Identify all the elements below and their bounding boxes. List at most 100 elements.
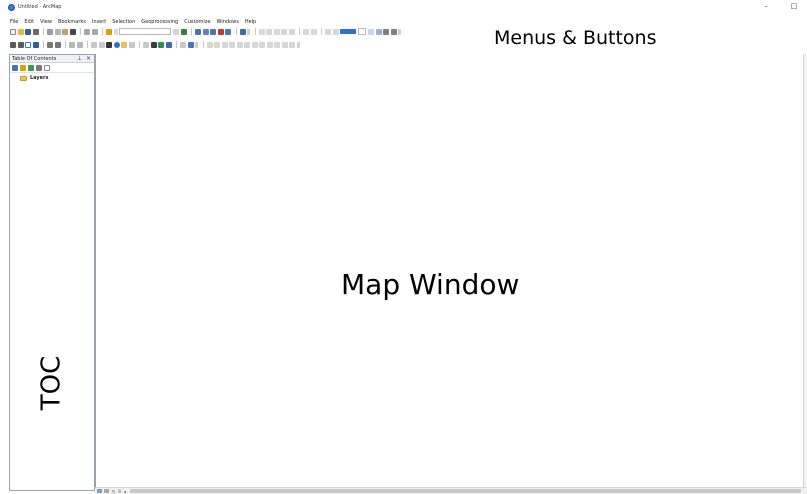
menu-help[interactable]: Help <box>245 19 256 25</box>
georeferencing-icon[interactable] <box>289 41 295 48</box>
refresh-view-icon[interactable] <box>383 28 389 35</box>
go-forward-extent-icon[interactable] <box>281 28 287 35</box>
scroll-left-icon[interactable]: ◂ <box>124 489 126 494</box>
cut-polygons-icon[interactable] <box>221 41 228 48</box>
menu-file[interactable]: File <box>10 19 18 25</box>
back-extent-icon[interactable] <box>69 41 75 48</box>
topology-icon[interactable] <box>281 41 288 48</box>
menu-customize[interactable]: Customize <box>184 19 210 25</box>
go-back-extent-icon[interactable] <box>273 28 280 35</box>
list-by-visibility-icon[interactable] <box>28 64 34 71</box>
zoom-in-fixed-icon[interactable] <box>258 28 265 35</box>
menu-geoprocessing[interactable]: Geoprocessing <box>141 19 178 25</box>
menu-view[interactable]: View <box>40 19 52 25</box>
time-slider-icon[interactable] <box>180 41 186 48</box>
reshape-icon[interactable] <box>214 41 220 48</box>
paste-icon[interactable] <box>62 28 68 35</box>
arctoolbox-icon[interactable] <box>217 28 224 35</box>
layout-pan-icon[interactable] <box>310 28 317 35</box>
go-to-xy-icon[interactable] <box>165 41 172 48</box>
list-by-selection-icon[interactable] <box>36 64 42 71</box>
horizontal-scrollbar[interactable] <box>129 489 801 493</box>
editor-pencil-icon[interactable] <box>180 28 187 35</box>
font-size-combobox[interactable] <box>358 28 366 35</box>
menu-bookmarks[interactable]: Bookmarks <box>58 19 86 25</box>
layout-zoom-icon[interactable] <box>303 28 309 35</box>
pan-hand-icon[interactable] <box>25 41 31 48</box>
find-route-icon[interactable] <box>158 41 164 48</box>
toolbar-overflow-icon-3[interactable] <box>195 41 198 48</box>
toc-layers-item[interactable]: Layers <box>10 73 94 83</box>
print-icon[interactable] <box>32 28 39 35</box>
model-builder-icon[interactable] <box>239 28 246 35</box>
list-by-source-icon[interactable] <box>20 64 26 71</box>
select-features-icon[interactable] <box>91 41 97 48</box>
new-document-icon[interactable] <box>10 28 16 35</box>
full-extent-icon[interactable] <box>32 41 39 48</box>
maximize-button[interactable]: □ <box>789 2 799 10</box>
sketch-properties-icon[interactable] <box>251 41 258 48</box>
layout-view-icon[interactable] <box>368 28 374 35</box>
toolbar-overflow-icon-4[interactable] <box>296 41 300 48</box>
undo-icon[interactable] <box>84 28 90 35</box>
hyperlink-icon[interactable] <box>121 41 127 48</box>
forward-extent-icon[interactable] <box>76 41 83 48</box>
rotate-icon[interactable] <box>236 41 243 48</box>
print-preview-icon[interactable] <box>390 28 397 35</box>
toolbar-overflow-icon-2[interactable] <box>398 28 401 35</box>
redo-icon[interactable] <box>91 28 98 35</box>
draw-rectangle-icon[interactable] <box>325 28 331 35</box>
editor-toolbar-icon[interactable] <box>173 28 179 35</box>
clear-selection-icon[interactable] <box>98 41 105 48</box>
pause-drawing-icon[interactable]: II <box>118 489 120 494</box>
toolbar-overflow-icon[interactable] <box>247 28 250 35</box>
toolbar-separator <box>43 28 44 35</box>
fixed-zoom-out-icon[interactable] <box>54 41 61 48</box>
data-view-button-icon[interactable] <box>97 489 102 493</box>
open-folder-icon[interactable] <box>17 28 24 35</box>
delete-icon[interactable] <box>69 28 76 35</box>
pin-icon[interactable]: ⊥ <box>77 55 82 62</box>
layout-view-button-icon[interactable] <box>104 489 109 493</box>
menu-selection[interactable]: Selection <box>112 19 135 25</box>
create-viewer-window-icon[interactable] <box>187 41 194 48</box>
search-window-icon[interactable] <box>210 28 216 35</box>
copy-icon[interactable] <box>54 28 61 35</box>
find-binoculars-icon[interactable] <box>150 41 157 48</box>
table-of-contents-icon[interactable] <box>195 28 201 35</box>
cut-icon[interactable] <box>47 28 53 35</box>
split-icon[interactable] <box>229 41 235 48</box>
python-window-icon[interactable] <box>225 28 231 35</box>
zoom-in-icon[interactable] <box>10 41 16 48</box>
edit-vertices-icon[interactable] <box>206 41 213 48</box>
identify-icon[interactable] <box>113 41 120 48</box>
close-icon[interactable]: × <box>86 55 91 62</box>
menu-edit[interactable]: Edit <box>24 19 34 25</box>
measure-icon[interactable] <box>143 41 149 48</box>
map-scale-combobox[interactable] <box>119 28 171 35</box>
add-data-dropdown-icon[interactable] <box>113 28 118 35</box>
toc-options-icon[interactable] <box>44 64 50 71</box>
minimize-button[interactable]: – <box>761 2 771 10</box>
data-view-icon[interactable] <box>375 28 382 35</box>
fill-color-swatch[interactable] <box>340 29 356 34</box>
menu-insert[interactable]: Insert <box>92 19 106 25</box>
snapping-icon[interactable] <box>274 41 280 48</box>
select-elements-icon[interactable] <box>288 28 295 35</box>
toolbar-separator <box>65 41 66 48</box>
create-features-icon[interactable] <box>259 41 265 48</box>
add-data-icon[interactable] <box>106 28 112 35</box>
refresh-icon[interactable]: ↻ <box>112 489 115 494</box>
fixed-zoom-in-icon[interactable] <box>47 41 53 48</box>
geocoding-icon[interactable] <box>266 41 273 48</box>
save-icon[interactable] <box>25 28 31 35</box>
zoom-out-icon[interactable] <box>17 41 24 48</box>
catalog-window-icon[interactable] <box>202 28 209 35</box>
select-elements-arrow-icon[interactable] <box>106 41 112 48</box>
draw-text-icon[interactable] <box>332 28 339 35</box>
attributes-icon[interactable] <box>244 41 250 48</box>
html-popup-icon[interactable] <box>128 41 135 48</box>
menu-windows[interactable]: Windows <box>216 19 238 25</box>
list-by-drawing-order-icon[interactable] <box>12 64 18 71</box>
zoom-out-fixed-icon[interactable] <box>266 28 272 35</box>
